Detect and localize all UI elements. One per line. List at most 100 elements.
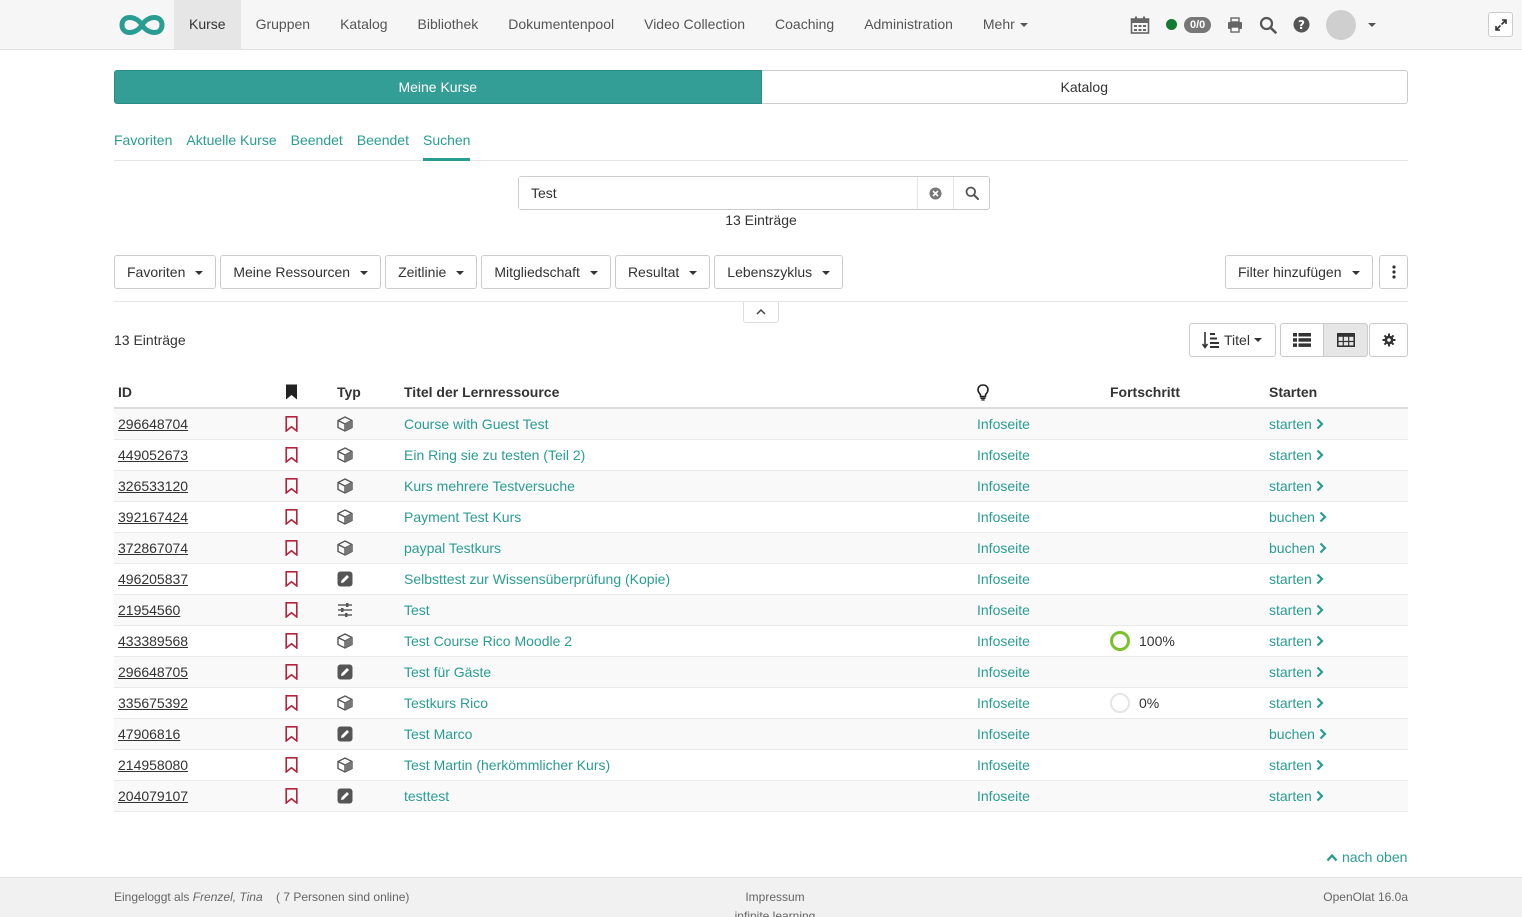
filter-button-3[interactable]: Mitgliedschaft [481,255,611,289]
col-progress[interactable]: Fortschritt [1110,384,1269,400]
start-link[interactable]: starten [1269,633,1324,649]
infoseite-link[interactable]: Infoseite [977,416,1030,432]
course-title-link[interactable]: Test für Gäste [404,664,491,680]
user-menu[interactable] [1326,9,1377,40]
bookmark-icon[interactable] [285,664,298,680]
subtab-1[interactable]: Aktuelle Kurse [186,128,276,160]
infoseite-link[interactable]: Infoseite [977,726,1030,742]
infoseite-link[interactable]: Infoseite [977,540,1030,556]
subtab-3[interactable]: Beendet [357,128,409,160]
bookmark-icon[interactable] [285,416,298,432]
course-title-link[interactable]: Ein Ring sie zu testen (Teil 2) [404,447,585,463]
infoseite-link[interactable]: Infoseite [977,478,1030,494]
start-link[interactable]: starten [1269,788,1324,804]
course-id-link[interactable]: 296648704 [118,416,188,432]
bookmark-icon[interactable] [285,540,298,556]
infoseite-link[interactable]: Infoseite [977,633,1030,649]
course-id-link[interactable]: 335675392 [118,695,188,711]
nav-item-4[interactable]: Dokumentenpool [493,0,629,49]
col-info[interactable] [977,383,1110,401]
course-title-link[interactable]: testtest [404,788,449,804]
course-title-link[interactable]: Test Course Rico Moodle 2 [404,633,572,649]
openolat-logo-icon[interactable] [114,8,170,42]
nav-item-2[interactable]: Katalog [325,0,402,49]
bookmark-icon[interactable] [285,757,298,773]
course-title-link[interactable]: Test [404,602,430,618]
add-filter-button[interactable]: Filter hinzufügen [1225,255,1373,289]
logged-in-user[interactable]: Frenzel, Tina [193,890,263,904]
infoseite-link[interactable]: Infoseite [977,664,1030,680]
course-title-link[interactable]: Course with Guest Test [404,416,548,432]
start-link[interactable]: buchen [1269,726,1327,742]
course-id-link[interactable]: 372867074 [118,540,188,556]
gear-icon[interactable] [1369,323,1408,357]
infoseite-link[interactable]: Infoseite [977,602,1030,618]
filter-button-5[interactable]: Lebenszyklus [714,255,844,289]
course-id-link[interactable]: 296648705 [118,664,188,680]
back-to-top-link[interactable]: nach oben [1326,849,1407,865]
start-link[interactable]: starten [1269,571,1324,587]
infoseite-link[interactable]: Infoseite [977,447,1030,463]
subtab-4[interactable]: Suchen [422,128,471,161]
start-link[interactable]: starten [1269,478,1324,494]
start-link[interactable]: starten [1269,416,1324,432]
course-title-link[interactable]: Selbsttest zur Wissensüberprüfung (Kopie… [404,571,670,587]
bookmark-icon[interactable] [285,571,298,587]
bookmark-icon[interactable] [285,633,298,649]
bookmark-icon[interactable] [285,447,298,463]
course-id-link[interactable]: 392167424 [118,509,188,525]
infoseite-link[interactable]: Infoseite [977,757,1030,773]
print-icon[interactable] [1227,16,1243,33]
bookmark-icon[interactable] [285,602,298,618]
course-id-link[interactable]: 21954560 [118,602,180,618]
table-view-icon[interactable] [1324,323,1368,357]
course-title-link[interactable]: Payment Test Kurs [404,509,521,525]
online-status[interactable]: 0/0 [1166,16,1212,33]
infoseite-link[interactable]: Infoseite [977,509,1030,525]
filter-button-1[interactable]: Meine Ressourcen [220,255,382,289]
filter-button-0[interactable]: Favoriten [114,255,217,289]
bookmark-icon[interactable] [285,695,298,711]
subtab-2[interactable]: Beendet [291,128,343,160]
infoseite-link[interactable]: Infoseite [977,571,1030,587]
bookmark-icon[interactable] [285,478,298,494]
segment-katalog[interactable]: Katalog [761,70,1408,104]
search-submit-icon[interactable] [953,177,989,209]
collapse-filters-icon[interactable] [743,302,779,323]
nav-item-1[interactable]: Gruppen [241,0,325,49]
col-title[interactable]: Titel der Lernressource [404,384,977,400]
subtab-0[interactable]: Favoriten [114,128,172,160]
filter-button-2[interactable]: Zeitlinie [385,255,478,289]
nav-item-0[interactable]: Kurse [174,0,241,49]
course-id-link[interactable]: 204079107 [118,788,188,804]
clear-search-icon[interactable] [917,177,953,209]
start-link[interactable]: starten [1269,757,1324,773]
filter-button-4[interactable]: Resultat [614,255,711,289]
impressum-link[interactable]: Impressum [700,890,850,904]
nav-item-8[interactable]: Mehr [968,0,1043,49]
course-id-link[interactable]: 433389568 [118,633,188,649]
calendar-icon[interactable] [1130,16,1150,34]
course-title-link[interactable]: Test Martin (herkömmlicher Kurs) [404,757,610,773]
start-link[interactable]: buchen [1269,540,1327,556]
start-link[interactable]: starten [1269,447,1324,463]
course-title-link[interactable]: Testkurs Rico [404,695,488,711]
course-title-link[interactable]: paypal Testkurs [404,540,501,556]
start-link[interactable]: starten [1269,695,1324,711]
course-id-link[interactable]: 47906816 [118,726,180,742]
search-input[interactable] [519,177,917,209]
sort-button[interactable]: Titel [1189,323,1276,357]
col-id[interactable]: ID [114,384,280,400]
course-id-link[interactable]: 449052673 [118,447,188,463]
nav-item-3[interactable]: Bibliothek [403,0,494,49]
infoseite-link[interactable]: Infoseite [977,695,1030,711]
col-type[interactable]: Typ [335,384,404,400]
nav-item-7[interactable]: Administration [849,0,968,49]
list-view-icon[interactable] [1280,323,1324,357]
col-bookmark[interactable] [280,384,335,400]
nav-item-5[interactable]: Video Collection [629,0,760,49]
bookmark-icon[interactable] [285,788,298,804]
course-id-link[interactable]: 326533120 [118,478,188,494]
bookmark-icon[interactable] [285,726,298,742]
course-title-link[interactable]: Kurs mehrere Testversuche [404,478,575,494]
